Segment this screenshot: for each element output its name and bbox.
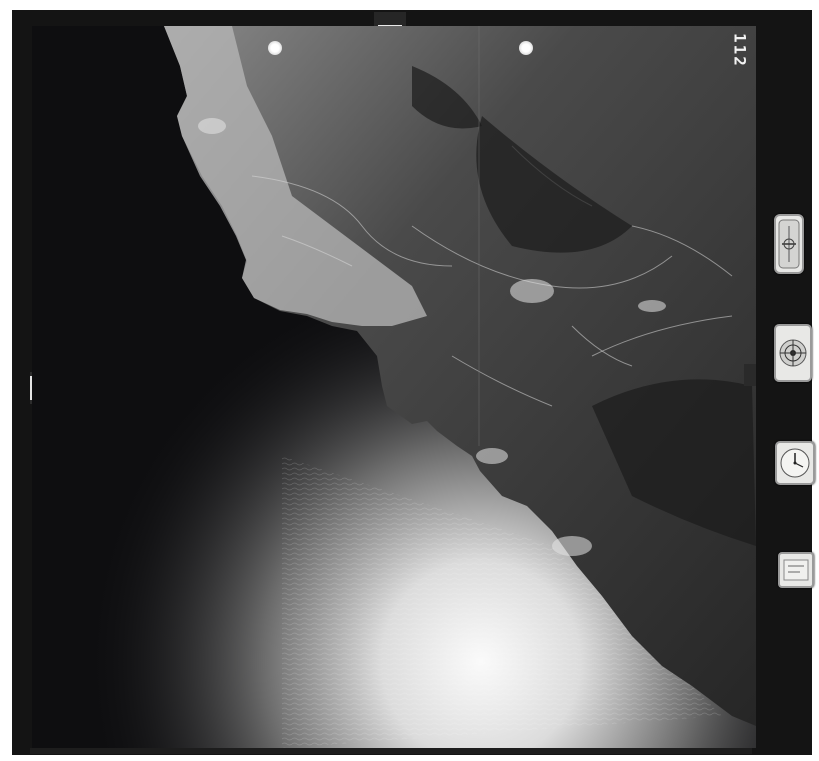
clock-icon (775, 441, 815, 485)
counter-plate-icon (778, 552, 814, 588)
fiducial-dot (268, 41, 282, 55)
frame-number: 112 (730, 32, 750, 68)
fiducial-notch-right (744, 364, 756, 386)
aerial-photo (32, 26, 756, 748)
film-edge-strip (30, 748, 752, 754)
aerial-photo-svg (32, 26, 756, 748)
fiducial-dot (519, 41, 533, 55)
bubble-level-icon (774, 324, 812, 382)
altimeter-icon (774, 214, 804, 274)
